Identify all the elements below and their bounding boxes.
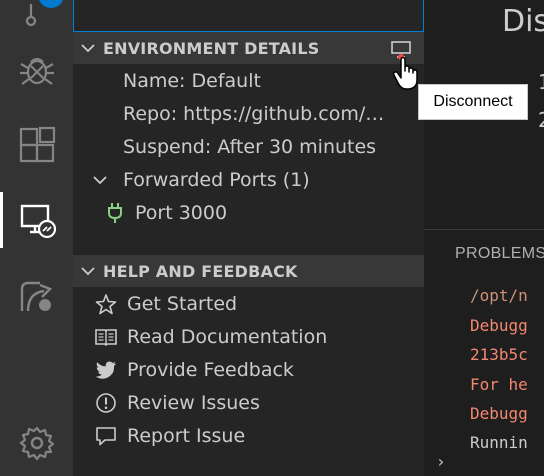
focused-view-border xyxy=(73,0,424,32)
live-share-icon xyxy=(20,281,52,312)
disconnect-tooltip: Disconnect xyxy=(418,84,528,120)
chevron-down-icon xyxy=(93,175,123,185)
terminal-line: Debugg xyxy=(470,404,528,423)
help-item-get-started[interactable]: Get Started xyxy=(73,287,424,320)
gear-icon xyxy=(19,426,54,461)
terminal-line: /opt/n xyxy=(470,286,528,305)
forwarded-ports-item[interactable]: Forwarded Ports (1) xyxy=(73,163,424,196)
terminal-line: Runnin xyxy=(470,433,528,452)
source-control-button[interactable]: 1 xyxy=(0,0,73,42)
line-number: 1 xyxy=(538,70,544,94)
terminal-line: Debugg xyxy=(470,316,528,335)
help-item-report-issue[interactable]: Report Issue xyxy=(73,419,424,452)
extensions-icon xyxy=(19,126,55,163)
bottom-panel: PROBLEMS /opt/n Debugg 213b5c For he Deb… xyxy=(424,229,544,476)
editor-heading: Dis xyxy=(502,4,544,39)
section-help-feedback[interactable]: HELP AND FEEDBACK xyxy=(73,255,424,287)
comment-icon xyxy=(95,425,127,447)
twitter-icon xyxy=(95,360,127,380)
activity-bar: 1 xyxy=(0,0,73,476)
remote-explorer-icon xyxy=(20,204,57,239)
terminal-output[interactable]: /opt/n Debugg 213b5c For he Debugg Runni… xyxy=(424,282,544,476)
section-title: HELP AND FEEDBACK xyxy=(103,261,298,281)
issues-icon xyxy=(95,392,127,414)
remote-explorer-sidebar: ENVIRONMENT DETAILS Name: Default Repo: … xyxy=(73,0,424,476)
debug-icon xyxy=(19,57,54,85)
terminal-line: 213b5c xyxy=(470,345,528,364)
port-item[interactable]: Port 3000 xyxy=(73,196,424,229)
chevron-down-icon xyxy=(73,266,103,276)
live-share-button[interactable] xyxy=(0,268,73,324)
line-number: 2 xyxy=(538,108,544,132)
star-icon xyxy=(95,293,127,315)
terminal-prompt: › xyxy=(436,452,446,471)
tab-problems[interactable]: PROBLEMS xyxy=(455,245,544,263)
help-item-provide-feedback[interactable]: Provide Feedback xyxy=(73,353,424,386)
remote-explorer-button[interactable] xyxy=(0,192,73,248)
extensions-button[interactable] xyxy=(0,117,73,173)
section-environment-details[interactable]: ENVIRONMENT DETAILS xyxy=(73,32,424,64)
env-name-item[interactable]: Name: Default xyxy=(73,64,424,97)
terminal-line: For he xyxy=(470,375,528,394)
book-icon xyxy=(95,327,127,347)
env-repo-item[interactable]: Repo: https://github.com/… xyxy=(73,97,403,130)
editor-area: Dis 1 2 PROBLEMS /opt/n Debugg 213b5c Fo… xyxy=(424,0,544,476)
plug-icon xyxy=(107,202,135,224)
manage-button[interactable] xyxy=(0,415,73,471)
run-debug-button[interactable] xyxy=(0,42,73,98)
help-item-review-issues[interactable]: Review Issues xyxy=(73,386,424,419)
env-suspend-item[interactable]: Suspend: After 30 minutes xyxy=(73,130,424,163)
chevron-down-icon xyxy=(73,43,103,53)
help-item-read-docs[interactable]: Read Documentation xyxy=(73,320,424,353)
section-title: ENVIRONMENT DETAILS xyxy=(103,38,320,58)
